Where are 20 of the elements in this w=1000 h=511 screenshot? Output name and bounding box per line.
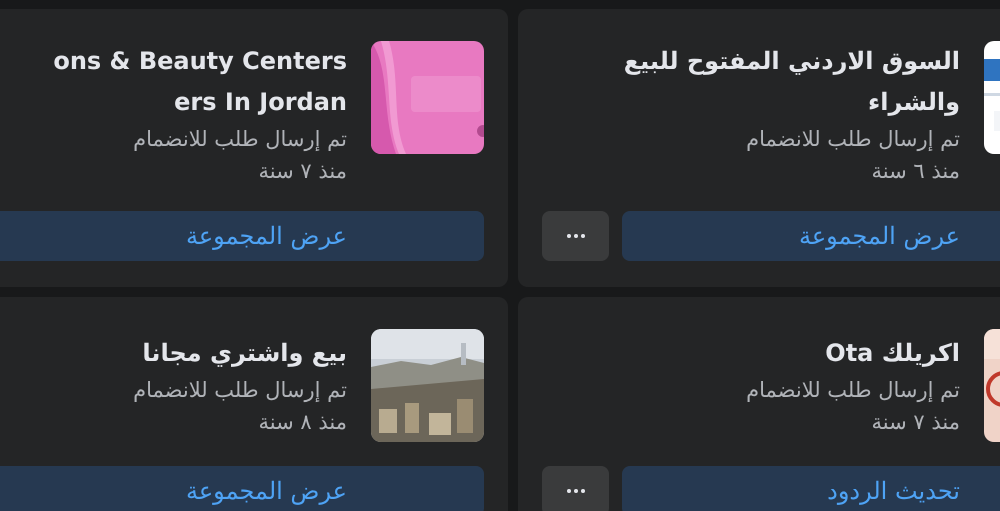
- request-status: تم إرسال طلب للانضمام: [132, 126, 347, 154]
- group-action-button[interactable]: عرض المجموعة: [0, 466, 484, 511]
- request-time: منذ ٧ سنة: [870, 409, 960, 436]
- group-action-button[interactable]: تحديث الردود: [622, 466, 1000, 511]
- group-title[interactable]: والشراء: [624, 82, 960, 123]
- request-time: منذ ٦ سنة: [870, 158, 960, 185]
- group-title[interactable]: ons & Beauty Centers: [53, 41, 347, 82]
- group-title[interactable]: ers In Jordan: [53, 82, 347, 123]
- request-time: منذ ٧ سنة: [258, 158, 347, 185]
- more-icon: [566, 489, 584, 493]
- group-title[interactable]: اكريلك Ota: [746, 333, 960, 374]
- request-time: منذ ٨ سنة: [258, 409, 347, 436]
- group-action-button[interactable]: عرض المجموعة: [0, 211, 484, 261]
- more-icon: [566, 234, 584, 238]
- request-status: تم إرسال طلب للانضمام: [133, 377, 347, 404]
- request-status: تم إرسال طلب للانضمام: [746, 377, 960, 404]
- request-status: تم إرسال طلب للانضمام: [745, 126, 960, 154]
- group-title[interactable]: السوق الاردني المفتوح للبيع: [624, 41, 960, 82]
- group-action-button[interactable]: عرض المجموعة: [622, 211, 1000, 261]
- group-title[interactable]: بيع واشتري مجانا: [133, 333, 347, 374]
